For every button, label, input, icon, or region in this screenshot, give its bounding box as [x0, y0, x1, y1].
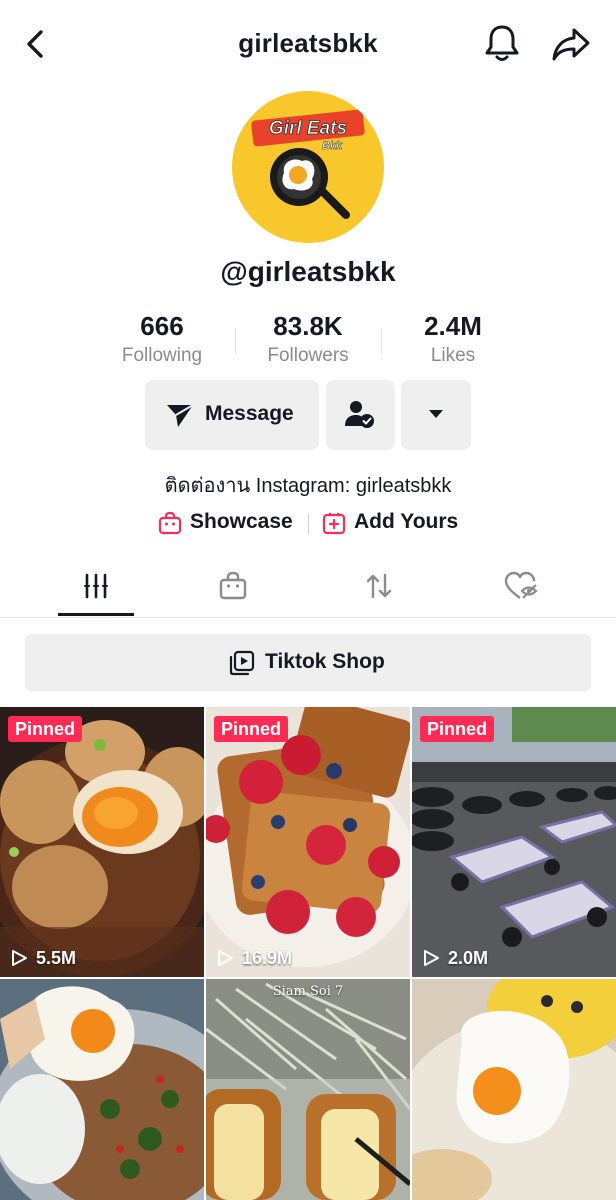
view-count: 16.9M	[216, 947, 292, 969]
svg-text:Bkk: Bkk	[322, 140, 343, 152]
video-tile[interactable]	[412, 979, 616, 1200]
pinned-badge: Pinned	[214, 716, 289, 742]
tiktok-shop-label: Tiktok Shop	[265, 650, 385, 673]
go-kart-thumbnail	[412, 707, 616, 977]
bell-icon	[485, 25, 519, 61]
tab-liked[interactable]	[442, 558, 596, 618]
grid-icon	[84, 573, 108, 599]
stat-value: 83.8K	[273, 311, 343, 341]
stat-value: 2.4M	[424, 311, 482, 341]
stat-value: 666	[140, 311, 184, 341]
video-caption: Siam Soi 7	[272, 984, 344, 999]
add-box-icon	[322, 513, 346, 535]
video-tile[interactable]: Pinned 2.0M	[412, 707, 616, 977]
view-count: 2.0M	[422, 947, 488, 969]
stat-divider	[235, 328, 236, 354]
tab-shop[interactable]	[156, 558, 310, 618]
storefront-icon	[158, 511, 182, 535]
eggs-thumbnail	[0, 707, 204, 977]
more-options-button[interactable]	[401, 380, 471, 450]
french-toast-thumbnail	[206, 707, 410, 977]
video-grid: Pinned 5.5M Pinned 16.9M Pinned 2.0M Sia…	[0, 707, 616, 1200]
stat-following[interactable]: 666 Following	[92, 310, 232, 370]
message-button[interactable]: Message	[145, 380, 319, 450]
play-icon	[424, 950, 439, 966]
following-status-button[interactable]	[326, 380, 395, 450]
video-tile[interactable]: Siam Soi 7	[206, 979, 410, 1200]
view-count: 5.5M	[10, 947, 76, 969]
tab-reposts[interactable]	[302, 558, 456, 618]
stat-followers[interactable]: 83.8K Followers	[238, 310, 378, 370]
play-icon	[218, 950, 233, 966]
fried-egg-thumbnail	[412, 979, 616, 1200]
notification-button[interactable]	[482, 22, 522, 64]
tiktok-shop-button[interactable]: Tiktok Shop	[25, 634, 591, 691]
stat-likes[interactable]: 2.4M Likes	[383, 310, 523, 370]
send-icon	[167, 404, 194, 427]
caret-down-icon	[429, 410, 443, 418]
tab-videos[interactable]	[19, 558, 173, 618]
pinned-badge: Pinned	[8, 716, 83, 742]
add-yours-label: Add Yours	[354, 510, 459, 533]
video-tile[interactable]: Pinned 16.9M	[206, 707, 410, 977]
showcase-label: Showcase	[190, 510, 293, 533]
profile-handle: @girleatsbkk	[220, 256, 396, 287]
content-tabs	[0, 558, 616, 618]
share-button[interactable]	[550, 24, 592, 64]
stat-divider	[381, 328, 382, 354]
top-bar: girleatsbkk	[0, 0, 616, 88]
video-tile[interactable]: Pinned 5.5M	[0, 707, 204, 977]
profile-bio: ติดต่องาน Instagram: girleatsbkk	[164, 475, 452, 497]
avatar[interactable]: Girl Eats Bkk	[232, 91, 384, 243]
repost-icon	[366, 573, 392, 599]
active-tab-indicator	[58, 613, 134, 616]
view-count-value: 2.0M	[448, 948, 489, 968]
shopping-bag-icon	[219, 571, 247, 600]
katsu-thumbnail	[206, 979, 410, 1200]
video-tile[interactable]	[0, 979, 204, 1200]
hidden-heart-icon	[504, 571, 538, 599]
basil-rice-egg-thumbnail	[0, 979, 204, 1200]
profile-stats: 666 Following 83.8K Followers 2.4M Likes	[0, 310, 616, 372]
share-arrow-icon	[552, 28, 590, 61]
page-title: girleatsbkk	[238, 28, 378, 58]
view-count-value: 5.5M	[36, 948, 77, 968]
svg-text:Girl Eats: Girl Eats	[269, 118, 347, 139]
view-count-value: 16.9M	[242, 948, 293, 968]
link-divider	[308, 514, 309, 534]
play-icon	[12, 950, 27, 966]
stat-label: Following	[121, 345, 203, 366]
stat-label: Followers	[267, 345, 349, 366]
frying-pan-logo: Girl Eats Bkk	[251, 109, 365, 219]
pinned-badge: Pinned	[420, 716, 495, 742]
message-label: Message	[205, 402, 294, 425]
video-shop-icon	[229, 650, 255, 676]
stat-label: Likes	[430, 345, 476, 366]
user-check-icon	[345, 401, 374, 428]
